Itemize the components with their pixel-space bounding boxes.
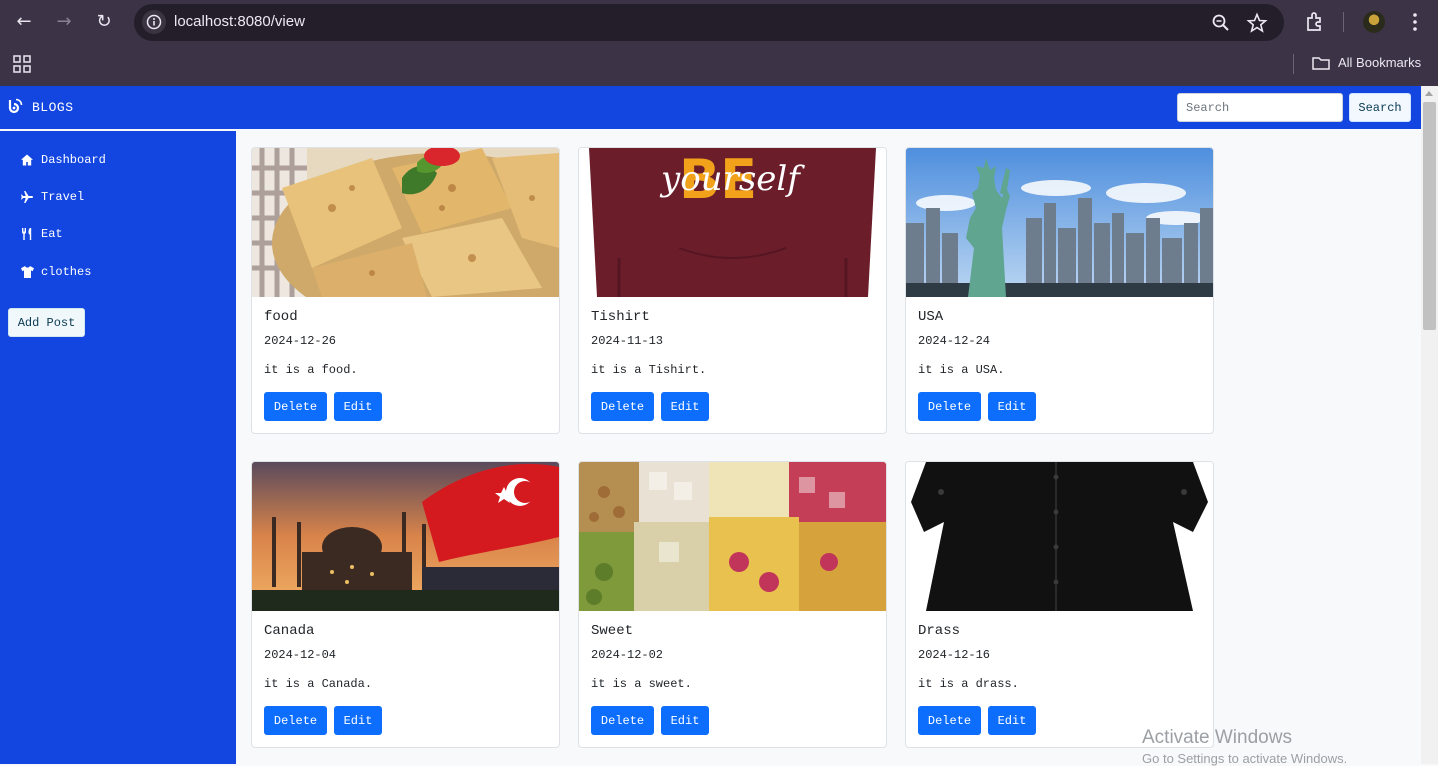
card-date: 2024-12-04 — [264, 648, 337, 662]
delete-button[interactable]: Delete — [591, 392, 654, 421]
address-bar[interactable]: localhost:8080/view — [134, 4, 1284, 41]
sidebar: Dashboard Travel Eat clothes Add Post — [0, 131, 236, 764]
bookmarks-separator — [1293, 54, 1294, 74]
card-date: 2024-12-02 — [591, 648, 664, 662]
scroll-up-arrow-icon[interactable] — [1425, 91, 1433, 96]
toolbar-separator — [1343, 12, 1344, 32]
mosque-flag-photo — [252, 462, 559, 611]
card-title: Sweet — [591, 623, 634, 639]
sidebar-item-clothes[interactable]: clothes — [19, 262, 91, 282]
sidebar-item-eat[interactable]: Eat — [19, 224, 63, 244]
card-text: it is a drass. — [918, 677, 1019, 691]
browser-toolbar: ← → ↻ localhost:8080/view — [0, 0, 1438, 44]
edit-button[interactable]: Edit — [334, 706, 382, 735]
page-scrollbar[interactable] — [1421, 86, 1438, 764]
sidebar-item-dashboard[interactable]: Dashboard — [19, 150, 106, 170]
delete-button[interactable]: Delete — [918, 392, 981, 421]
search-input[interactable] — [1177, 93, 1343, 122]
sidebar-item-travel[interactable]: Travel — [19, 187, 84, 207]
card-date: 2024-12-26 — [264, 334, 337, 348]
utensils-icon — [19, 226, 35, 242]
sidebar-item-label: Dashboard — [41, 153, 106, 167]
url-text[interactable]: localhost:8080/view — [174, 13, 305, 30]
card-text: it is a Canada. — [264, 677, 373, 691]
card-title: Canada — [264, 623, 315, 639]
delete-button[interactable]: Delete — [264, 392, 327, 421]
post-card: BE yourself Tishirt 2024-11-13 it is a T… — [578, 147, 887, 434]
delete-button[interactable]: Delete — [918, 706, 981, 735]
extensions-icon[interactable] — [1303, 10, 1327, 34]
zoom-icon[interactable] — [1210, 12, 1232, 34]
flatbread-photo — [252, 148, 559, 297]
back-icon[interactable]: ← — [11, 10, 37, 34]
edit-button[interactable]: Edit — [988, 706, 1036, 735]
post-card: USA 2024-12-24 it is a USA. Delete Edit — [905, 147, 1214, 434]
edit-button[interactable]: Edit — [988, 392, 1036, 421]
folder-icon[interactable] — [1311, 53, 1331, 78]
card-title: Tishirt — [591, 309, 650, 325]
post-card: food 2024-12-26 it is a food. Delete Edi… — [251, 147, 560, 434]
delete-button[interactable]: Delete — [591, 706, 654, 735]
hoodie-print-text: yourself — [659, 159, 805, 199]
turkish-delight-photo — [579, 462, 886, 611]
all-bookmarks-link[interactable]: All Bookmarks — [1338, 55, 1421, 70]
site-info-icon[interactable] — [142, 10, 166, 34]
card-date: 2024-11-13 — [591, 334, 664, 348]
edit-button[interactable]: Edit — [661, 706, 709, 735]
plane-icon — [19, 189, 35, 205]
reload-icon[interactable]: ↻ — [91, 10, 117, 34]
home-icon — [19, 152, 35, 168]
sidebar-item-label: Eat — [41, 227, 63, 241]
bookmarks-bar: All Bookmarks — [0, 44, 1438, 86]
sidebar-item-label: Travel — [41, 190, 85, 204]
sidebar-item-label: clothes — [41, 265, 92, 279]
card-date: 2024-12-24 — [918, 334, 991, 348]
blog-logo-icon — [7, 98, 23, 119]
scrollbar-thumb[interactable] — [1423, 102, 1436, 330]
post-card: Drass 2024-12-16 it is a drass. Delete E… — [905, 461, 1214, 748]
app-header: BLOGS Search — [0, 86, 1421, 129]
apps-grid-icon[interactable] — [12, 54, 32, 79]
brand-title[interactable]: BLOGS — [32, 100, 74, 115]
card-title: Drass — [918, 623, 961, 639]
card-text: it is a USA. — [918, 363, 1005, 377]
forward-icon[interactable]: → — [51, 10, 77, 34]
card-text: it is a sweet. — [591, 677, 692, 691]
black-blouse-photo — [906, 462, 1213, 611]
menu-kebab-icon[interactable] — [1403, 10, 1427, 34]
search-button[interactable]: Search — [1349, 93, 1411, 122]
add-post-button[interactable]: Add Post — [8, 308, 85, 337]
card-text: it is a food. — [264, 363, 358, 377]
edit-button[interactable]: Edit — [334, 392, 382, 421]
card-date: 2024-12-16 — [918, 648, 991, 662]
post-card: Sweet 2024-12-02 it is a sweet. Delete E… — [578, 461, 887, 748]
post-card: Canada 2024-12-04 it is a Canada. Delete… — [251, 461, 560, 748]
delete-button[interactable]: Delete — [264, 706, 327, 735]
statue-of-liberty-photo — [906, 148, 1213, 297]
card-text: it is a Tishirt. — [591, 363, 707, 377]
hoodie-photo: BE yourself — [579, 148, 886, 297]
edit-button[interactable]: Edit — [661, 392, 709, 421]
profile-avatar[interactable] — [1363, 11, 1385, 33]
shirt-icon — [19, 264, 35, 280]
card-title: food — [264, 309, 298, 325]
star-icon[interactable] — [1246, 12, 1268, 34]
activation-watermark-title: Activate Windows — [1142, 727, 1292, 748]
card-title: USA — [918, 309, 944, 325]
